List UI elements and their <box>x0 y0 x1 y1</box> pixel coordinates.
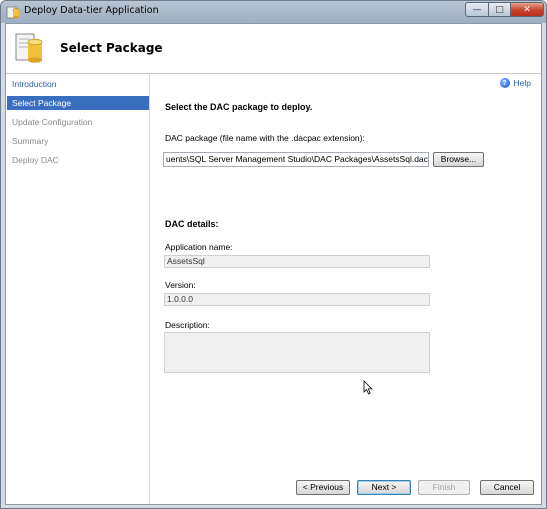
version-label: Version: <box>165 280 196 290</box>
version-field: 1.0.0.0 <box>164 293 430 306</box>
database-package-icon <box>15 33 43 63</box>
page-title: Select Package <box>60 41 163 55</box>
package-label: DAC package (file name with the .dacpac … <box>165 133 365 143</box>
maximize-button[interactable]: □ <box>488 2 511 17</box>
nav-item-summary: Summary <box>12 136 49 146</box>
browse-button[interactable]: Browse... <box>433 152 484 167</box>
dialog-footer: < Previous Next > Finish Cancel <box>150 467 541 504</box>
dialog-window: Deploy Data-tier Application — □ ✕ Selec… <box>0 0 547 509</box>
title-bar[interactable]: Deploy Data-tier Application — □ ✕ <box>1 1 546 23</box>
app-name-field: AssetsSql <box>164 255 430 268</box>
app-name-label: Application name: <box>165 242 233 252</box>
nav-item-update-configuration: Update Configuration <box>12 117 93 127</box>
help-label: Help <box>513 78 531 88</box>
nav-item-introduction[interactable]: Introduction <box>7 77 149 91</box>
mouse-cursor-icon <box>363 380 373 395</box>
description-field <box>164 332 430 373</box>
finish-button: Finish <box>418 480 470 495</box>
minimize-icon: — <box>472 4 482 15</box>
minimize-button[interactable]: — <box>465 2 489 17</box>
nav-item-deploy-dac: Deploy DAC <box>12 155 59 165</box>
previous-button[interactable]: < Previous <box>296 480 350 495</box>
wizard-nav: Introduction Select Package Update Confi… <box>6 74 150 504</box>
nav-item-select-package[interactable]: Select Package <box>7 96 149 110</box>
description-label: Description: <box>165 320 210 330</box>
section-heading: Select the DAC package to deploy. <box>165 102 313 112</box>
window-title: Deploy Data-tier Application <box>24 5 159 16</box>
help-link[interactable]: ? Help <box>499 78 531 88</box>
dac-details-heading: DAC details: <box>165 219 219 229</box>
maximize-icon: □ <box>495 4 504 15</box>
page-content: ? Help Select the DAC package to deploy.… <box>150 74 541 467</box>
dialog-client-area: Select Package Introduction Select Packa… <box>5 23 542 505</box>
close-button[interactable]: ✕ <box>510 2 544 17</box>
app-icon <box>6 6 20 19</box>
help-icon: ? <box>499 78 510 88</box>
package-path-input[interactable]: uents\SQL Server Management Studio\DAC P… <box>163 152 429 167</box>
page-header: Select Package <box>6 24 541 74</box>
cancel-button[interactable]: Cancel <box>480 480 534 495</box>
close-icon: ✕ <box>523 4 531 15</box>
next-button[interactable]: Next > <box>357 480 411 495</box>
